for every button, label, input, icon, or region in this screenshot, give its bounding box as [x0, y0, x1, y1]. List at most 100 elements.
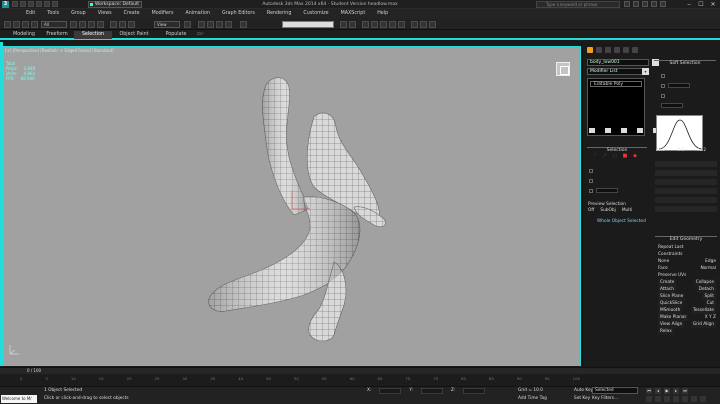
zoom-extents-icon[interactable] — [664, 396, 670, 402]
chevron-down-icon[interactable]: ▾ — [642, 68, 649, 75]
select-object-icon[interactable] — [70, 21, 77, 28]
move-icon[interactable] — [110, 21, 117, 28]
angle-snap-icon[interactable] — [207, 21, 214, 28]
redo-icon[interactable] — [13, 21, 20, 28]
frame-counter[interactable]: 0 / 100 — [27, 368, 43, 373]
tab-populate[interactable]: Populate — [158, 31, 194, 39]
pivot-center-icon[interactable] — [184, 21, 191, 28]
perspective-viewport[interactable]: [+] [Perspective] [Realistic + Edged Fac… — [3, 46, 581, 366]
constraint-edge-radio[interactable]: Edge — [705, 258, 716, 265]
tab-modeling[interactable]: Modeling — [8, 31, 40, 39]
reference-coordinate-dropdown[interactable]: View — [154, 21, 180, 28]
zoom-icon[interactable] — [646, 396, 652, 402]
edge-distance-field[interactable] — [668, 83, 690, 88]
ignore-backfacing-checkbox[interactable] — [589, 178, 593, 183]
app-logo-icon[interactable]: 3 — [2, 1, 9, 8]
menu-help[interactable]: Help — [371, 9, 394, 19]
menu-graph-editors[interactable]: Graph Editors — [216, 9, 261, 19]
orbit-icon[interactable] — [691, 396, 697, 402]
exchange-icon[interactable] — [642, 1, 648, 7]
collapse-button[interactable]: Collapse — [693, 279, 716, 286]
use-soft-selection-checkbox[interactable] — [661, 73, 665, 78]
by-vertex-checkbox[interactable] — [589, 168, 593, 173]
planar-x-button[interactable]: X — [705, 315, 708, 320]
constraint-face-radio[interactable]: Face — [658, 265, 668, 272]
make-unique-icon[interactable] — [621, 128, 627, 133]
workspace-dropdown[interactable]: Workspace: Default — [88, 1, 142, 8]
key-filters-button[interactable]: Key Filters... — [592, 396, 618, 401]
binoculars-icon[interactable] — [624, 1, 630, 7]
tab-freeform[interactable]: Freeform — [42, 31, 72, 39]
grid-align-button[interactable]: Grid Align — [690, 321, 716, 328]
menu-edit[interactable]: Edit — [20, 9, 41, 19]
preview-off-radio[interactable]: Off — [588, 208, 594, 213]
menu-tools[interactable]: Tools — [41, 9, 65, 19]
modifier-list-dropdown[interactable]: Modifier List — [587, 68, 649, 75]
msmooth-button[interactable]: MSmooth — [658, 307, 683, 314]
menu-views[interactable]: Views — [92, 9, 118, 19]
field-of-view-icon[interactable] — [673, 396, 679, 402]
preview-multi-radio[interactable]: Multi — [622, 208, 633, 213]
mesh-model[interactable] — [4, 47, 581, 366]
key-mode-dropdown[interactable]: Selected — [592, 387, 638, 394]
constraint-normal-radio[interactable]: Normal — [700, 265, 716, 272]
vertex-icon[interactable]: ⁖ — [592, 154, 598, 159]
time-slider[interactable] — [0, 367, 720, 374]
soft-selection-rollout[interactable]: Soft Selection — [654, 60, 716, 66]
set-key-button[interactable]: Set Key — [574, 396, 590, 401]
y-field[interactable] — [420, 388, 443, 394]
attach-button[interactable]: Attach — [658, 286, 676, 293]
menu-modifiers[interactable]: Modifiers — [146, 9, 180, 19]
menu-create[interactable]: Create — [118, 9, 146, 19]
shade-face-toggle[interactable] — [655, 160, 717, 167]
render-frame-icon[interactable] — [420, 21, 427, 28]
play-icon[interactable]: ▶ — [664, 388, 670, 394]
go-to-start-icon[interactable]: ⏮ — [646, 388, 652, 394]
link-icon[interactable] — [22, 21, 29, 28]
paint-soft-selection[interactable] — [655, 169, 717, 176]
spinner-snap-icon[interactable] — [225, 21, 232, 28]
star-icon[interactable] — [651, 1, 657, 7]
split-checkbox[interactable]: Split — [702, 293, 716, 300]
pin-stack-icon[interactable] — [589, 128, 595, 133]
detach-button[interactable]: Detach — [696, 286, 716, 293]
brush-options-button[interactable] — [655, 205, 717, 212]
rect-selection-icon[interactable] — [88, 21, 95, 28]
window-crossing-icon[interactable] — [97, 21, 104, 28]
project-folder-icon[interactable] — [52, 1, 58, 7]
selection-filter-dropdown[interactable]: All — [41, 21, 67, 28]
rotate-icon[interactable] — [119, 21, 126, 28]
add-time-tag[interactable]: Add Time Tag — [518, 396, 547, 401]
close-button[interactable]: ✕ — [707, 0, 719, 9]
previous-frame-icon[interactable]: ◂ — [655, 388, 661, 394]
view-align-button[interactable]: View Align — [658, 321, 685, 328]
scale-icon[interactable] — [128, 21, 135, 28]
schematic-view-icon[interactable] — [389, 21, 396, 28]
curve-editor-icon[interactable] — [380, 21, 387, 28]
snap-toggle-icon[interactable] — [198, 21, 205, 28]
affect-backfacing-checkbox[interactable] — [661, 93, 665, 98]
preview-subobj-radio[interactable]: SubObj — [600, 208, 615, 213]
pan-icon[interactable] — [682, 396, 688, 402]
angle-field[interactable] — [596, 188, 618, 193]
preserve-uvs-checkbox[interactable]: Preserve UVs — [658, 272, 686, 279]
help-icon[interactable] — [660, 1, 666, 7]
remove-modifier-icon[interactable] — [637, 128, 643, 133]
create-tab-icon[interactable] — [587, 47, 593, 53]
maximize-viewport-icon[interactable] — [700, 396, 706, 402]
make-planar-button[interactable]: Make Planar — [658, 314, 689, 321]
align-icon[interactable] — [349, 21, 356, 28]
render-icon[interactable] — [429, 21, 436, 28]
maximize-button[interactable]: ☐ — [695, 0, 707, 9]
minimize-button[interactable]: ‒ — [683, 0, 695, 9]
next-frame-icon[interactable]: ▸ — [673, 388, 679, 394]
undo-icon[interactable] — [4, 21, 11, 28]
hierarchy-tab-icon[interactable] — [605, 47, 611, 53]
edit-named-selection-icon[interactable] — [240, 21, 247, 28]
viewport-label[interactable]: [+] [Perspective] [Realistic + Edged Fac… — [5, 48, 114, 53]
relax-button[interactable]: Relax — [658, 328, 674, 335]
tab-selection[interactable]: Selection — [74, 31, 112, 39]
select-by-name-icon[interactable] — [79, 21, 86, 28]
save-file-icon[interactable] — [28, 1, 34, 7]
polygon-icon[interactable]: ■ — [622, 154, 628, 159]
